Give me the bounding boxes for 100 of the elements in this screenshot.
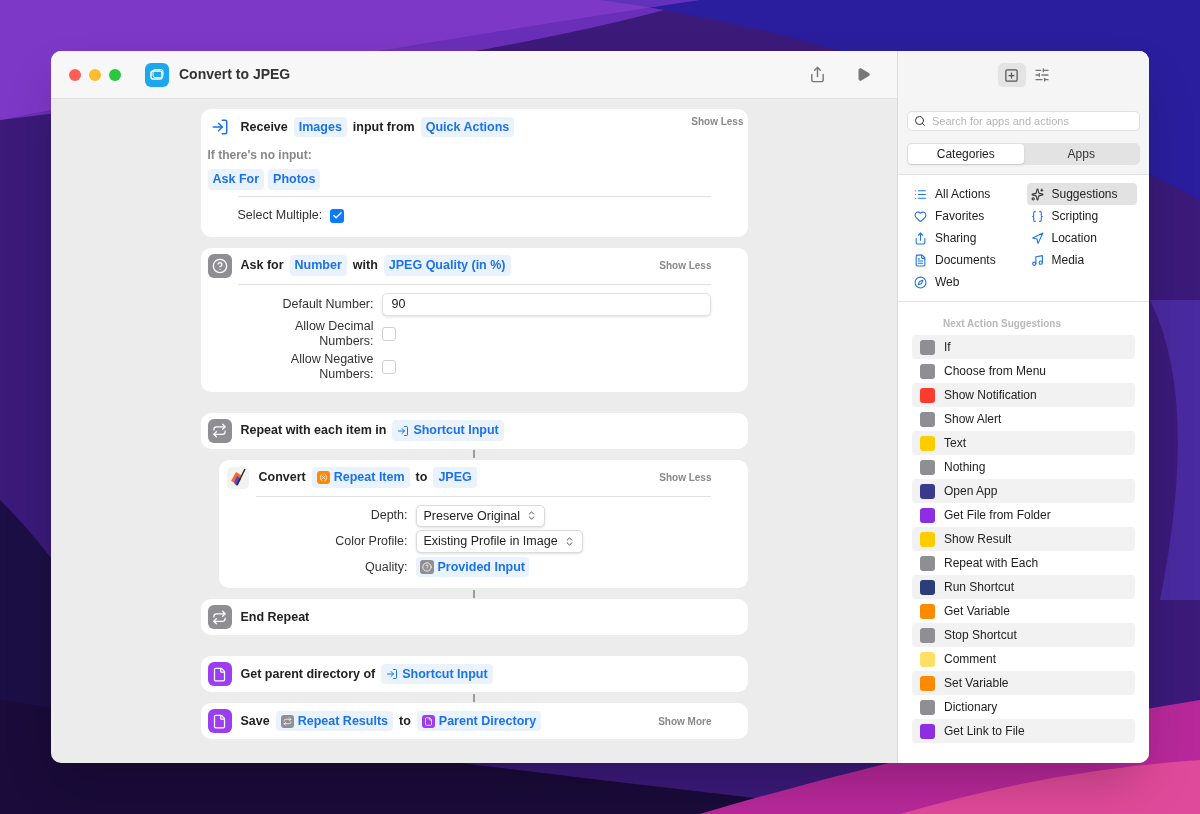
section-heading: Next Action Suggestions [943, 317, 1062, 331]
search-input[interactable]: Search for apps and actions [932, 112, 1133, 130]
play-icon[interactable] [856, 67, 871, 82]
input-icon [386, 668, 399, 680]
action-text: Ask for [240, 257, 284, 275]
brush-icon [225, 465, 250, 490]
variable-token[interactable]: Shortcut Input [392, 420, 504, 441]
suggestion-item[interactable]: Set Variable [912, 671, 1135, 695]
action-card[interactable]: Get parent directory of Shortcut Input [200, 656, 748, 692]
action-card[interactable]: Convert Repeat Item to JPEG Show Less Depth: Preserve Original Color Profile: Existing Profile in Image Quality: Provided Input [218, 459, 748, 588]
close-button[interactable] [69, 68, 81, 81]
suggestion-item[interactable]: Show Alert [912, 407, 1135, 431]
suggestion-item[interactable]: Get Variable [912, 599, 1135, 623]
variable-token[interactable]: Repeat Results [275, 710, 393, 732]
popup-button[interactable]: Preserve Original [415, 504, 546, 528]
search-field[interactable]: Search for apps and actions [907, 111, 1140, 131]
suggestion-item[interactable]: Get File from Folder [912, 503, 1135, 527]
repeat-icon [207, 605, 232, 629]
suggestion-item[interactable]: Comment [912, 647, 1135, 671]
action-card[interactable]: Repeat with each item in Shortcut Input [200, 412, 748, 449]
show-toggle[interactable]: Show More [658, 713, 712, 729]
action-card[interactable]: End Repeat [200, 599, 748, 635]
field-label: Default Number: [281, 296, 374, 312]
compass-icon [914, 275, 927, 289]
suggestion-item[interactable]: Run Shortcut [912, 575, 1135, 599]
action-text: Get parent directory of [240, 665, 376, 683]
variable-token[interactable]: Images [293, 116, 347, 138]
segment-tab[interactable]: Apps [1023, 144, 1139, 164]
variable-token[interactable]: Parent Directory [416, 710, 542, 732]
category-item[interactable]: All Actions [910, 183, 1021, 205]
suggestion-item[interactable]: Stop Shortcut [912, 623, 1135, 647]
suggestion-item[interactable]: Text [912, 431, 1135, 455]
settings-icon[interactable] [1033, 67, 1050, 83]
checkbox[interactable] [381, 359, 396, 374]
field-label: Color Profile: [334, 534, 408, 550]
input-icon [397, 424, 410, 437]
variable-token[interactable]: JPEG [433, 467, 477, 488]
category-item[interactable]: Favorites [910, 205, 1021, 227]
app-icon [145, 62, 169, 87]
field-label: Depth: [369, 508, 408, 524]
variable-token[interactable]: Ask For [207, 169, 265, 190]
suggestion-item[interactable]: Open App [912, 479, 1135, 503]
variable-token[interactable]: JPEG Quality (in %) [383, 255, 511, 277]
script-icon [1030, 209, 1044, 223]
suggestion-item[interactable]: Show Result [912, 527, 1135, 551]
window-title: Convert to JPEG [179, 65, 291, 84]
document-icon [914, 253, 927, 267]
zoom-button[interactable] [109, 68, 121, 81]
variable-token[interactable]: Provided Input [415, 556, 529, 578]
show-toggle[interactable]: Show Less [691, 114, 744, 129]
checkbox[interactable] [330, 208, 345, 223]
variable-token[interactable]: Shortcut Input [381, 663, 493, 685]
field-label: Quality: [364, 559, 408, 575]
action-text: Repeat with each item in [240, 422, 387, 440]
variable-token[interactable]: Repeat Item [311, 467, 410, 488]
category-item[interactable]: Media [1026, 249, 1137, 271]
action-text: Convert [258, 469, 306, 487]
music-note-icon [1030, 253, 1044, 267]
suggestion-item[interactable]: If [912, 335, 1135, 359]
category-item[interactable]: Sharing [910, 227, 1021, 249]
category-item[interactable]: Web [910, 271, 1021, 293]
category-item[interactable]: Scripting [1026, 205, 1137, 227]
repeat-icon [280, 714, 294, 728]
category-item[interactable]: Suggestions [1026, 183, 1137, 205]
suggestion-item[interactable]: Dictionary [912, 695, 1135, 719]
document-icon [421, 714, 435, 728]
suggestion-item[interactable]: Show Notification [912, 383, 1135, 407]
variable-token[interactable]: Photos [268, 169, 321, 190]
library-button[interactable] [997, 63, 1026, 87]
section-label: If there's no input: [207, 147, 313, 164]
action-card[interactable]: Ask for Number with JPEG Quality (in %) Show Less Default Number: 90 Allow Decimal Numbers: Allow Negative Numbers: [200, 247, 748, 392]
suggestion-item[interactable]: Get Link to File [912, 719, 1135, 743]
suggestion-item[interactable]: Choose from Menu [912, 359, 1135, 383]
action-text: input from [352, 118, 415, 136]
input-icon [210, 118, 229, 136]
show-toggle[interactable]: Show Less [659, 258, 712, 274]
variable-token[interactable]: Number [289, 255, 347, 277]
question-icon [207, 253, 232, 278]
location-arrow-icon [1030, 231, 1044, 245]
action-card[interactable]: Save Repeat Results to Parent Directory Show More [200, 703, 748, 739]
category-item[interactable]: Location [1026, 227, 1137, 249]
share-icon[interactable] [809, 66, 826, 83]
field-label: Select Multiple: [237, 208, 323, 224]
field-label: Allow Decimal Numbers: [294, 318, 374, 349]
number-field[interactable]: 90 [381, 292, 711, 316]
action-text: End Repeat [240, 608, 310, 626]
suggestion-item[interactable]: Nothing [912, 455, 1135, 479]
share-icon [914, 231, 927, 245]
field-label: Allow Negative Numbers: [289, 351, 374, 382]
segment-tab[interactable]: Categories [908, 144, 1024, 164]
popup-button[interactable]: Existing Profile in Image [415, 530, 583, 553]
checkbox[interactable] [381, 326, 396, 341]
list-icon [914, 187, 927, 201]
show-toggle[interactable]: Show Less [659, 470, 712, 485]
action-card[interactable]: Receive Images input from Quick Actions Show Less If there's no input: Ask For Photos Select Multiple: [200, 109, 748, 237]
variable-token[interactable]: Quick Actions [420, 116, 515, 138]
category-item[interactable]: Documents [910, 249, 1021, 271]
suggestion-item[interactable]: Repeat with Each [912, 551, 1135, 575]
document-icon [207, 709, 232, 733]
action-text: with [352, 257, 378, 275]
